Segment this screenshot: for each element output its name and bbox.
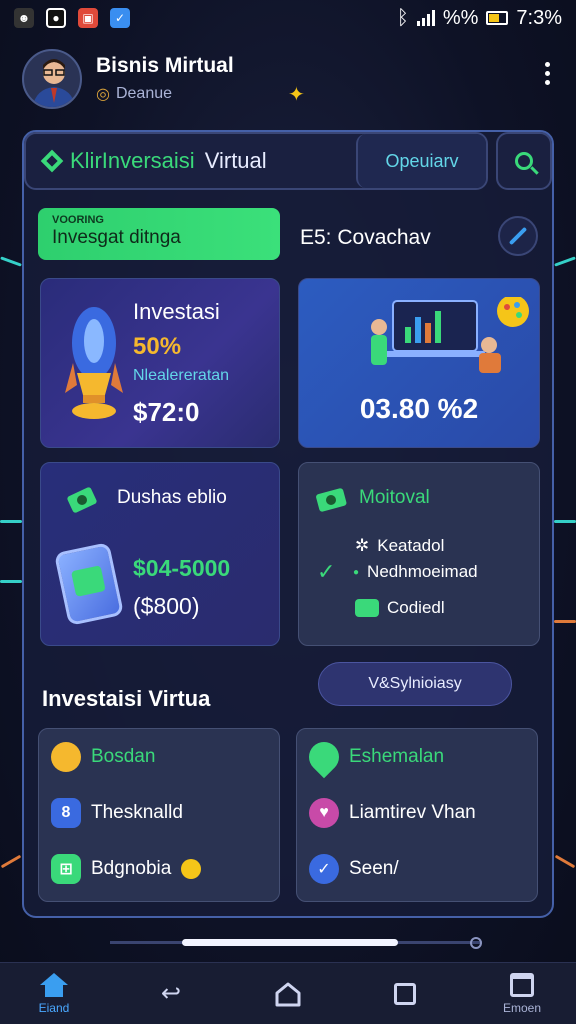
balance-amount: $04-5000 xyxy=(133,555,231,581)
profile-subtitle-text: Deanue xyxy=(115,85,173,102)
header: Bisnis Mirtual ◎ Deanue ✦ xyxy=(22,44,560,114)
section-label: E5: Covachav xyxy=(300,226,431,249)
home-icon xyxy=(40,972,68,997)
laptop-illustration xyxy=(371,297,529,373)
check-icon: ✓ xyxy=(317,559,336,584)
progress-end-dot xyxy=(470,937,482,949)
pen-icon xyxy=(508,226,528,246)
rocket-icon xyxy=(65,307,123,419)
list-item: ✲ Keatadol xyxy=(355,536,445,555)
ticket-icon xyxy=(355,599,379,617)
balance-card[interactable]: Dushas eblio $04-5000 ($800) xyxy=(40,462,280,646)
progress-thumb[interactable] xyxy=(182,939,398,946)
investment-amount: $72:0 xyxy=(133,397,200,427)
status-percent: %% xyxy=(442,6,479,29)
investment-card[interactable]: Investasi 50% Nlealereratan $72:0 xyxy=(40,278,280,448)
sparkle-icon: ✦ xyxy=(288,84,305,106)
balance-title: Dushas eblio xyxy=(117,487,227,508)
bullet-icon: ● xyxy=(353,566,360,578)
list-item[interactable]: ✓ Seen/ xyxy=(297,841,537,897)
tabs-icon xyxy=(510,972,534,997)
signal-icon xyxy=(416,10,435,26)
edit-button[interactable] xyxy=(498,216,538,256)
more-menu-button[interactable] xyxy=(545,62,550,85)
coin-icon xyxy=(181,859,202,879)
avatar[interactable] xyxy=(22,49,82,109)
list-item[interactable]: ⊞ Bdgnobia xyxy=(39,841,279,897)
phone-icon xyxy=(53,541,125,627)
nav-tabs-label: Emoen xyxy=(502,1000,542,1015)
list-card-right: Eshemalan ♥ Liamtirev Vhan ✓ Seen/ xyxy=(296,728,538,902)
battery-icon xyxy=(486,11,509,25)
bottom-navbar: Eiand ↩ Emoen xyxy=(0,962,576,1024)
main-panel: KlirInversaisi Virtual Opeuiarv VOORING … xyxy=(22,130,554,918)
balance-sub: ($800) xyxy=(133,593,200,619)
list-item[interactable]: Bosdan xyxy=(39,729,279,785)
heart-icon: ♥ xyxy=(309,798,339,828)
search-icon xyxy=(515,152,533,170)
stats-card[interactable]: 03.80 %2 xyxy=(298,278,540,448)
nav-system-home[interactable] xyxy=(258,981,318,1007)
money-icon xyxy=(67,487,97,513)
profile-name: Bisnis Mirtual xyxy=(96,54,234,77)
secondary-button[interactable]: V&Sylnioiasy xyxy=(318,662,512,706)
check-circle-icon: ✓ xyxy=(309,854,339,884)
nav-tabs[interactable]: Emoen xyxy=(492,972,552,1015)
app-icon-3: ▣ xyxy=(78,8,98,28)
investment-percent: 50% xyxy=(133,333,182,360)
panel-title-green: KlirInversaisi xyxy=(70,148,195,173)
status-bar: ☻ ● ▣ ✓ ᛒ %% 7:3% xyxy=(0,0,576,36)
cash-icon xyxy=(316,488,347,512)
nav-home[interactable]: Eiand xyxy=(24,972,84,1015)
motivation-title: Moitoval xyxy=(359,487,430,508)
status-time: 7:3% xyxy=(516,6,562,29)
back-icon: ↩ xyxy=(160,980,182,1007)
list-item: ✓ ● Nedhmoeimad xyxy=(317,559,478,584)
location-icon: ◎ xyxy=(96,86,110,103)
list-item[interactable]: 8 Thesknalld xyxy=(39,785,279,841)
profile-subtitle: ◎ Deanue xyxy=(96,84,234,104)
nav-home-label: Eiand xyxy=(38,1000,70,1015)
bluetooth-icon: ᛒ xyxy=(396,6,409,29)
calculator-icon: ⊞ xyxy=(51,854,81,884)
app-icon-4: ✓ xyxy=(110,8,130,28)
search-button[interactable] xyxy=(496,132,552,190)
diamond-icon xyxy=(40,149,64,173)
nav-back[interactable]: ↩ xyxy=(141,979,201,1008)
motivation-card[interactable]: Moitoval ✲ Keatadol ✓ ● Nedhmoeimad Codi… xyxy=(298,462,540,646)
investment-title: Investasi xyxy=(133,299,220,324)
panel-title-white: Virtual xyxy=(204,148,267,173)
list-item: Codiedl xyxy=(317,595,529,621)
list-item[interactable]: ♥ Liamtirev Vhan xyxy=(297,785,537,841)
motivation-list: ✲ Keatadol ✓ ● Nedhmoeimad Codiedl xyxy=(317,533,529,621)
scroll-progress[interactable] xyxy=(110,936,482,950)
section-title: Investaisi Virtua xyxy=(42,686,211,711)
home-outline-icon xyxy=(275,982,301,1006)
nav-recents[interactable] xyxy=(375,982,435,1005)
investment-subtitle: Nlealereratan xyxy=(133,367,230,384)
app-icon-2: ● xyxy=(46,8,66,28)
list-card-left: Bosdan 8 Thesknalld ⊞ Bdgnobia xyxy=(38,728,280,902)
square-icon xyxy=(394,982,416,1005)
panel-title: KlirInversaisi Virtual xyxy=(26,148,356,174)
stats-value: 03.80 %2 xyxy=(359,393,479,424)
title-bar: KlirInversaisi Virtual Opeuiarv xyxy=(24,132,488,190)
document-icon: 8 xyxy=(51,798,81,828)
list-item[interactable]: Eshemalan xyxy=(297,729,537,785)
gear-icon: ✲ xyxy=(355,536,370,555)
invest-action-button[interactable]: VOORING Invesgat ditnga xyxy=(38,208,280,260)
tab-overview[interactable]: Opeuiarv xyxy=(356,134,486,188)
coins-icon xyxy=(51,742,81,772)
invest-badge-label: Invesgat ditnga xyxy=(52,227,181,248)
location-pin-icon xyxy=(302,735,346,779)
invest-badge-small: VOORING xyxy=(52,214,104,226)
app-icon-1: ☻ xyxy=(14,8,34,28)
